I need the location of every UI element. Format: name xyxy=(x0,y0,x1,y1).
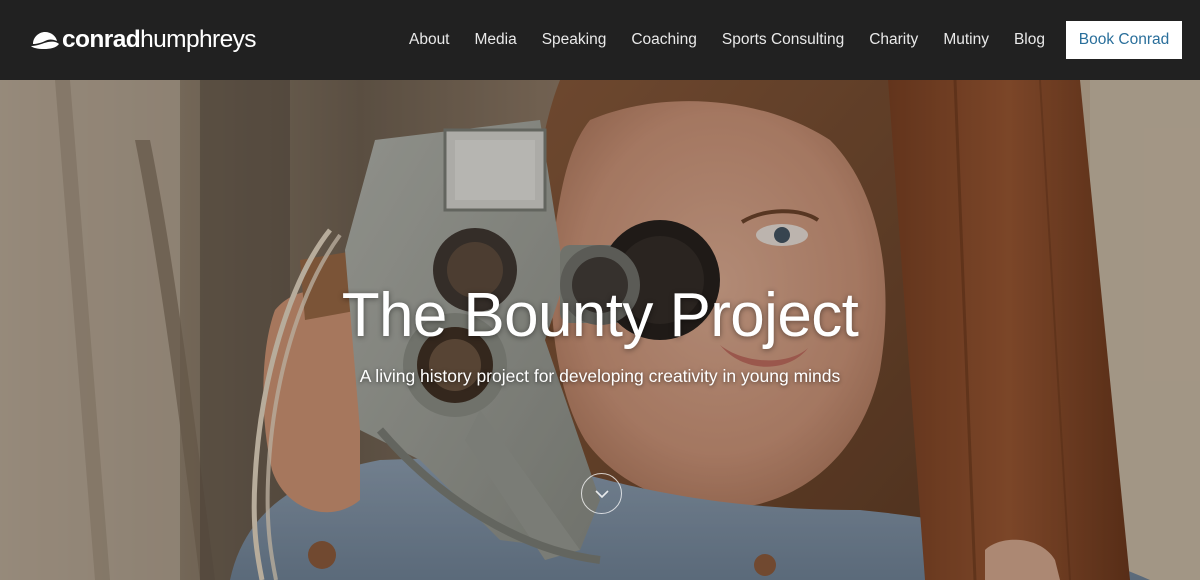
scroll-down-button[interactable] xyxy=(581,473,622,514)
hero-subtitle: A living history project for developing … xyxy=(359,366,841,386)
nav-sports-consulting[interactable]: Sports Consulting xyxy=(722,31,844,49)
nav-blog[interactable]: Blog xyxy=(1014,31,1045,49)
nav-media[interactable]: Media xyxy=(475,31,517,49)
nav-about[interactable]: About xyxy=(409,31,450,49)
nav-charity[interactable]: Charity xyxy=(869,31,918,49)
logo-wordmark: conradhumphreys xyxy=(62,25,256,53)
chevron-down-icon xyxy=(594,489,609,498)
hat-icon xyxy=(31,32,59,49)
hero-title: The Bounty Project xyxy=(341,281,859,350)
nav-coaching[interactable]: Coaching xyxy=(631,31,697,49)
logo-last-name: humphreys xyxy=(140,25,256,53)
book-conrad-button[interactable]: Book Conrad xyxy=(1066,21,1182,59)
nav-speaking[interactable]: Speaking xyxy=(542,31,607,49)
main-nav: About Media Speaking Coaching Sports Con… xyxy=(409,0,1182,80)
site-header: conradhumphreys About Media Speaking Coa… xyxy=(0,0,1200,80)
hero-banner: The Bounty Project A living history proj… xyxy=(0,80,1200,580)
site-logo[interactable]: conradhumphreys xyxy=(30,20,256,60)
nav-mutiny[interactable]: Mutiny xyxy=(943,31,989,49)
logo-first-name: conrad xyxy=(62,25,141,53)
